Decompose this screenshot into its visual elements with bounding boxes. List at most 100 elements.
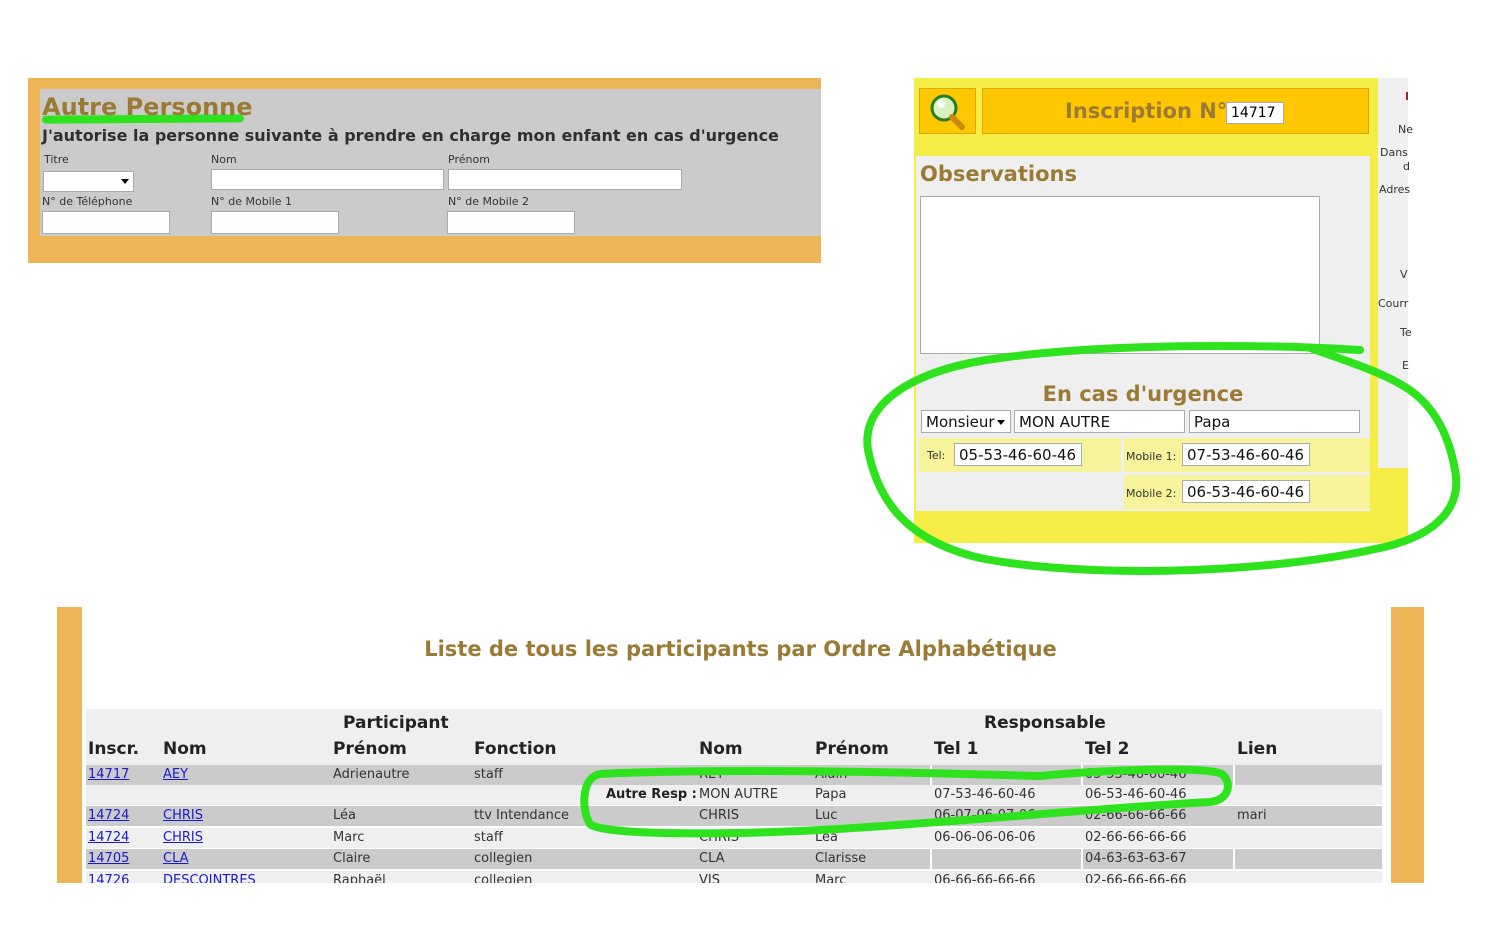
mobile1-label: Mobile 1:: [1126, 450, 1177, 463]
resp-nom-cell: CHRIS: [699, 830, 739, 845]
liste-panel: Liste de tous les participants par Ordre…: [57, 607, 1424, 883]
nom-link[interactable]: CLA: [163, 851, 189, 866]
group-participant: Participant: [343, 713, 449, 733]
table-row: 14724 CHRIS Léa ttv Intendance CHRIS Luc…: [86, 806, 1382, 826]
autre-personne-subtitle: J'autorise la personne suivante à prendr…: [42, 126, 779, 145]
telephone-label: N° de Téléphone: [42, 195, 133, 208]
autre-personne-panel: Autre Personne J'autorise la personne su…: [28, 78, 821, 263]
mobile1-input[interactable]: [211, 211, 339, 234]
inscr-link[interactable]: 14705: [88, 851, 129, 866]
inscription-header: Inscription N° 14717: [982, 88, 1369, 134]
fonction-cell: ttv Intendance: [474, 808, 570, 823]
resp-nom-cell: MON AUTRE: [699, 787, 778, 802]
prenom-cell: Adrienautre: [333, 767, 410, 782]
group-responsable: Responsable: [984, 713, 1106, 733]
resp-prenom-cell: Papa: [815, 787, 847, 802]
nom-input[interactable]: [211, 169, 444, 190]
tel2-cell: 02-66-66-66-66: [1085, 808, 1187, 823]
side-label: Ne: [1398, 123, 1413, 136]
urgence-prenom-input[interactable]: Papa: [1189, 410, 1360, 433]
urgence-mobile1-input[interactable]: 07-53-46-60-46: [1182, 443, 1310, 466]
col-tel1: Tel 1: [934, 739, 979, 759]
urgence-titre-select[interactable]: Monsieur: [921, 410, 1011, 433]
tel1-cell: 07-53-46-60-46: [934, 787, 1036, 802]
observations-title: Observations: [920, 162, 1077, 186]
inscr-link[interactable]: 14717: [88, 767, 129, 782]
urgence-nom-input[interactable]: MON AUTRE: [1014, 410, 1185, 433]
col-lien: Lien: [1237, 739, 1278, 759]
fonction-cell: collegien: [474, 851, 533, 866]
cell-separator: [930, 765, 932, 785]
col-tel2: Tel 2: [1085, 739, 1130, 759]
tel-label: Tel:: [927, 449, 946, 462]
magnifier-icon: [930, 94, 965, 130]
inscription-panel: Ne Dans d Adres V Courr Te E Inscription…: [914, 78, 1413, 543]
side-label: Courr: [1378, 297, 1409, 310]
table-row: 14726 DESCOINTRES Raphaël collegien VIS …: [86, 871, 1382, 883]
mobile2-input[interactable]: [447, 211, 575, 234]
cell-separator: [1233, 765, 1235, 785]
inscr-link[interactable]: 14724: [88, 808, 129, 823]
resp-prenom-cell: Alain: [815, 767, 848, 782]
select-arrow-icon: [121, 179, 129, 184]
inscription-number-input[interactable]: 14717: [1226, 102, 1284, 124]
urgence-title: En cas d'urgence: [1042, 382, 1244, 406]
search-button[interactable]: [919, 88, 976, 134]
prenom-cell: Marc: [333, 830, 365, 845]
resp-nom-cell: CLA: [699, 851, 725, 866]
tel1-cell: 06-06-06-06-06: [934, 830, 1036, 845]
prenom-cell: Léa: [333, 808, 356, 823]
table-row: 14724 CHRIS Marc staff CHRIS Léa 06-06-0…: [86, 828, 1382, 848]
urgence-mobile2-input[interactable]: 06-53-46-60-46: [1182, 480, 1310, 503]
lien-cell: mari: [1237, 808, 1267, 823]
fonction-cell: collegien: [474, 873, 533, 883]
resp-nom-cell: CHRIS: [699, 808, 739, 823]
col-resp-prenom: Prénom: [815, 739, 889, 759]
cell-separator: [1081, 849, 1083, 869]
nom-link[interactable]: AEY: [163, 767, 188, 782]
side-label: E: [1402, 359, 1409, 372]
col-nom: Nom: [163, 739, 207, 759]
mobile2-label: N° de Mobile 2: [448, 195, 530, 208]
observations-textarea[interactable]: [920, 196, 1320, 354]
inscription-label: Inscription N°: [1065, 99, 1228, 123]
titre-select[interactable]: [43, 171, 134, 192]
titre-label: Titre: [44, 153, 69, 166]
urgence-section: En cas d'urgence Monsieur MON AUTRE Papa…: [916, 376, 1370, 511]
cell-separator: [930, 849, 932, 869]
side-label: Adres: [1379, 183, 1411, 196]
autre-resp-label: Autre Resp :: [606, 787, 697, 802]
prenom-cell: Claire: [333, 851, 371, 866]
inscr-link[interactable]: 14724: [88, 830, 129, 845]
col-fonction: Fonction: [474, 739, 557, 759]
autre-personne-title: Autre Personne: [42, 93, 253, 121]
mobile1-label: N° de Mobile 1: [211, 195, 293, 208]
telephone-input[interactable]: [42, 211, 170, 234]
table-row: 14717 AEY Adrienautre staff REY Alain 05…: [86, 765, 1382, 785]
tel2-cell: 06-53-46-60-46: [1085, 787, 1187, 802]
side-label: Te: [1400, 326, 1412, 339]
prenom-label: Prénom: [448, 153, 490, 166]
resp-prenom-cell: Clarisse: [815, 851, 867, 866]
resp-prenom-cell: Léa: [815, 830, 838, 845]
table-row: 14705 CLA Claire collegien CLA Clarisse …: [86, 849, 1382, 869]
tel1-cell: 06-07-06-07-06: [934, 808, 1036, 823]
prenom-cell: Raphaël: [333, 873, 386, 883]
resp-nom-cell: REY: [699, 767, 725, 782]
prenom-input[interactable]: [448, 169, 682, 190]
side-label: Dans: [1380, 146, 1408, 159]
inscr-link[interactable]: 14726: [88, 873, 129, 883]
table-header: Participant Responsable Inscr. Nom Préno…: [86, 709, 1382, 765]
mobile2-label: Mobile 2:: [1126, 487, 1177, 500]
resp-prenom-cell: Marc: [815, 873, 847, 883]
nom-label: Nom: [211, 153, 237, 166]
side-label: V: [1400, 268, 1408, 281]
fonction-cell: staff: [474, 767, 503, 782]
select-arrow-icon: [997, 420, 1005, 425]
resp-prenom-cell: Luc: [815, 808, 838, 823]
col-inscr: Inscr.: [88, 739, 140, 759]
nom-link[interactable]: DESCOINTRES: [163, 873, 256, 883]
nom-link[interactable]: CHRIS: [163, 808, 203, 823]
urgence-tel-input[interactable]: 05-53-46-60-46: [954, 443, 1082, 466]
nom-link[interactable]: CHRIS: [163, 830, 203, 845]
